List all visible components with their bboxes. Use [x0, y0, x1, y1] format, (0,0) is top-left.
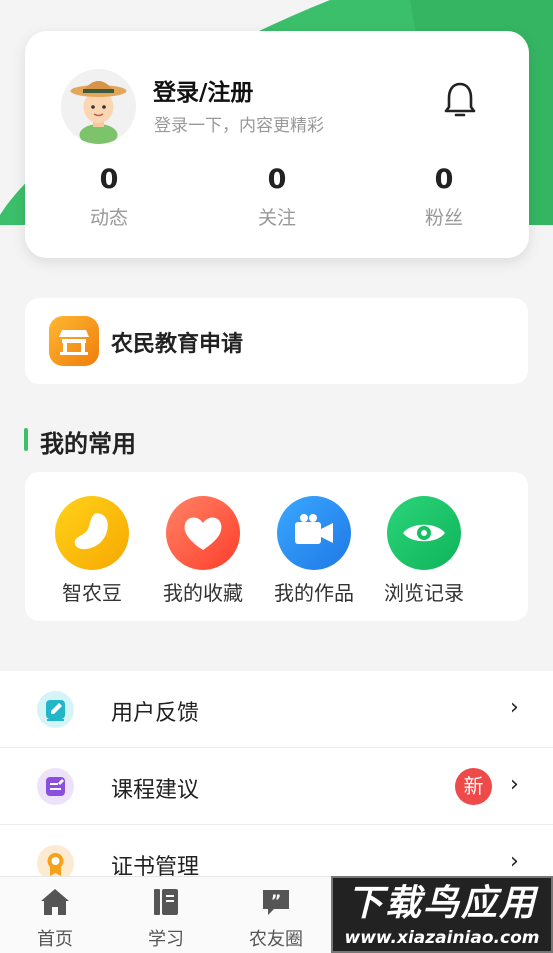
list-item-label: 用户反馈 — [111, 701, 200, 726]
chevron-right-icon: › — [510, 772, 519, 797]
home-icon — [39, 887, 71, 917]
edit-icon — [37, 691, 74, 728]
stat-value: 0 — [434, 164, 454, 195]
education-application-card[interactable]: 农民教育申请 — [25, 298, 528, 384]
stat-value: 0 — [99, 164, 119, 195]
section-accent-bar — [24, 428, 28, 451]
avatar[interactable] — [61, 69, 136, 144]
list-item-course-suggestion[interactable]: 课程建议 新 › — [0, 748, 553, 825]
heart-icon — [166, 496, 240, 570]
watermark-url: www.xiazainiao.com — [344, 928, 540, 948]
tab-label: 首页 — [37, 929, 73, 950]
tab-label: 学习 — [148, 929, 184, 950]
stat-posts[interactable]: 0 动态 — [49, 163, 169, 230]
tool-beans[interactable]: 智农豆 — [42, 496, 142, 606]
login-subtitle: 登录一下，内容更精彩 — [154, 116, 324, 136]
chat-quote-icon: ” — [260, 887, 292, 917]
tool-label: 浏览记录 — [384, 581, 464, 605]
tool-favorites[interactable]: 我的收藏 — [153, 496, 253, 606]
tool-label: 我的作品 — [274, 581, 354, 605]
login-title[interactable]: 登录/注册 — [153, 73, 253, 107]
tab-label: 农友圈 — [249, 929, 303, 950]
bean-icon — [55, 496, 129, 570]
stat-label: 关注 — [257, 207, 296, 229]
tool-history[interactable]: 浏览记录 — [374, 496, 474, 606]
stat-label: 粉丝 — [424, 207, 463, 229]
book-icon — [150, 887, 182, 917]
bell-icon[interactable] — [443, 81, 477, 121]
section-title-common: 我的常用 — [40, 430, 136, 458]
note-icon — [37, 768, 74, 805]
stat-value: 0 — [267, 164, 287, 195]
new-badge: 新 — [455, 768, 492, 805]
education-application-label: 农民教育申请 — [111, 332, 244, 357]
settings-list: 用户反馈 › 课程建议 新 › 证书管理 › — [0, 671, 553, 902]
tab-study[interactable]: 学习 — [126, 887, 206, 951]
tool-label: 我的收藏 — [163, 581, 243, 605]
stat-label: 动态 — [89, 207, 128, 229]
chevron-right-icon: › — [510, 849, 519, 874]
eye-icon — [387, 496, 461, 570]
stat-fans[interactable]: 0 粉丝 — [384, 163, 504, 230]
stat-following[interactable]: 0 关注 — [217, 163, 337, 230]
video-camera-icon — [277, 496, 351, 570]
svg-text:”: ” — [271, 891, 282, 910]
watermark-title: 下载鸟应用 — [346, 883, 537, 924]
tab-community[interactable]: ” 农友圈 — [236, 887, 316, 951]
tab-home[interactable]: 首页 — [15, 887, 95, 951]
tool-label: 智农豆 — [62, 581, 122, 605]
chevron-right-icon: › — [510, 695, 519, 720]
tool-works[interactable]: 我的作品 — [264, 496, 364, 606]
list-item-label: 课程建议 — [111, 778, 200, 803]
common-tools-card: 智农豆 我的收藏 我的作品 浏览记录 — [25, 472, 528, 621]
market-stall-icon — [49, 316, 99, 366]
profile-card[interactable]: 登录/注册 登录一下，内容更精彩 0 动态 0 关注 0 粉丝 — [25, 31, 529, 258]
watermark-logo: 下载鸟应用 www.xiazainiao.com — [331, 876, 553, 953]
list-item-feedback[interactable]: 用户反馈 › — [0, 671, 553, 748]
